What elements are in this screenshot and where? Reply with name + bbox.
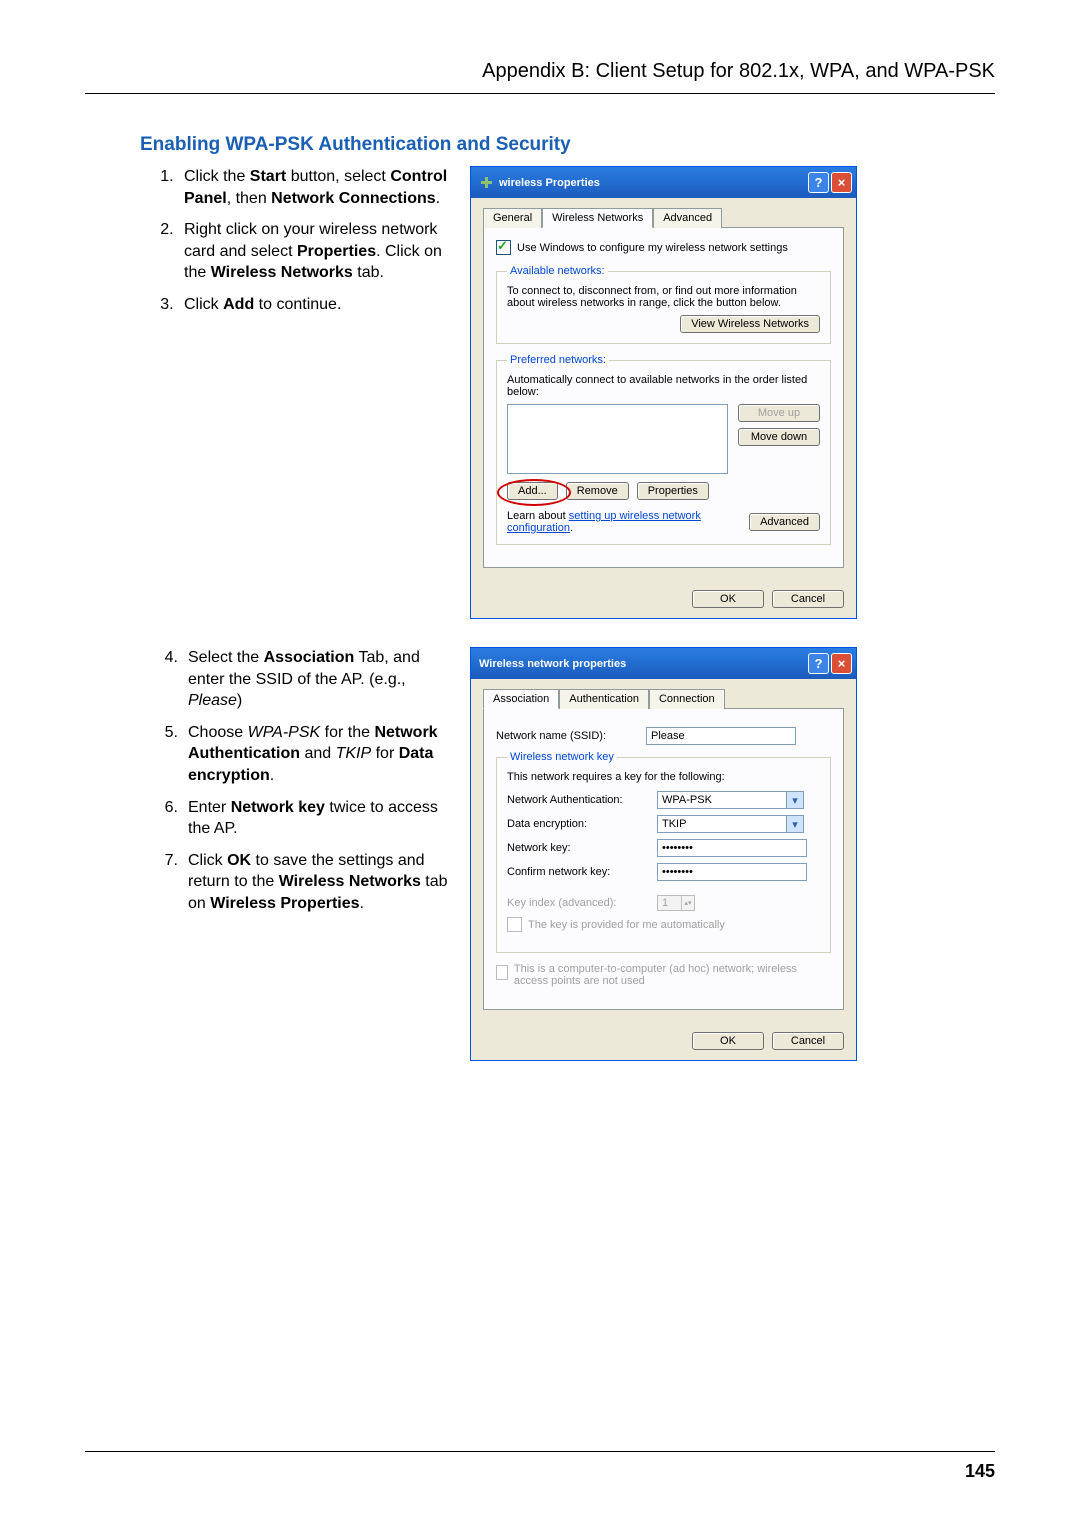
spinner-arrows-icon: ▴▾ bbox=[681, 896, 694, 910]
add-button[interactable]: Add... bbox=[507, 482, 558, 500]
step-1: Click the Start button, select Control P… bbox=[178, 166, 450, 209]
move-up-button[interactable]: Move up bbox=[738, 404, 820, 422]
view-wireless-networks-button[interactable]: View Wireless Networks bbox=[680, 315, 820, 333]
section-title: Enabling WPA-PSK Authentication and Secu… bbox=[85, 134, 995, 156]
page-number: 145 bbox=[965, 1461, 995, 1482]
close-icon[interactable]: × bbox=[831, 172, 852, 193]
help-icon[interactable]: ? bbox=[808, 172, 829, 193]
wireless-icon bbox=[479, 176, 495, 190]
wireless-properties-dialog: wireless Properties ? × General Wireless… bbox=[470, 166, 857, 619]
preferred-text: Automatically connect to available netwo… bbox=[507, 374, 820, 398]
dialog2-title-text: Wireless network properties bbox=[479, 658, 806, 670]
use-windows-checkbox[interactable] bbox=[496, 240, 511, 255]
ssid-input[interactable] bbox=[646, 727, 796, 745]
step-3: Click Add to continue. bbox=[178, 294, 450, 316]
tab-connection[interactable]: Connection bbox=[649, 689, 725, 709]
key-index-spinner: 1 ▴▾ bbox=[657, 895, 695, 911]
network-key-input[interactable] bbox=[657, 839, 807, 857]
tab-advanced[interactable]: Advanced bbox=[653, 208, 722, 228]
help-icon[interactable]: ? bbox=[808, 653, 829, 674]
ssid-label: Network name (SSID): bbox=[496, 730, 646, 742]
wireless-key-group: Wireless network key This network requir… bbox=[496, 751, 831, 953]
tab-authentication[interactable]: Authentication bbox=[559, 689, 649, 709]
confirm-key-label: Confirm network key: bbox=[507, 866, 657, 878]
chevron-down-icon: ▾ bbox=[786, 816, 803, 832]
available-legend: Available networks: bbox=[507, 265, 608, 277]
key-index-label: Key index (advanced): bbox=[507, 897, 657, 909]
chevron-down-icon: ▾ bbox=[786, 792, 803, 808]
footer-rule bbox=[85, 1451, 995, 1452]
instructions-block-1: Click the Start button, select Control P… bbox=[140, 166, 470, 326]
dialog2-titlebar: Wireless network properties ? × bbox=[471, 648, 856, 679]
advanced-button[interactable]: Advanced bbox=[749, 513, 820, 531]
close-icon[interactable]: × bbox=[831, 653, 852, 674]
move-down-button[interactable]: Move down bbox=[738, 428, 820, 446]
available-networks-group: Available networks: To connect to, disco… bbox=[496, 265, 831, 344]
step-2: Right click on your wireless network car… bbox=[178, 219, 450, 284]
use-windows-label: Use Windows to configure my wireless net… bbox=[517, 242, 788, 254]
ok-button[interactable]: OK bbox=[692, 1032, 764, 1050]
adhoc-label: This is a computer-to-computer (ad hoc) … bbox=[514, 963, 831, 987]
properties-button[interactable]: Properties bbox=[637, 482, 709, 500]
network-auth-label: Network Authentication: bbox=[507, 794, 657, 806]
dialog1-title-text: wireless Properties bbox=[499, 177, 806, 189]
tab-association[interactable]: Association bbox=[483, 689, 559, 709]
key-text: This network requires a key for the foll… bbox=[507, 771, 820, 783]
network-key-label: Network key: bbox=[507, 842, 657, 854]
tab-general[interactable]: General bbox=[483, 208, 542, 228]
auto-key-label: The key is provided for me automatically bbox=[528, 919, 725, 931]
network-auth-combo[interactable]: WPA-PSK ▾ bbox=[657, 791, 804, 809]
learn-text: Learn about setting up wireless network … bbox=[507, 510, 749, 534]
cancel-button[interactable]: Cancel bbox=[772, 1032, 844, 1050]
auto-key-checkbox bbox=[507, 917, 522, 932]
wireless-network-properties-dialog: Wireless network properties ? × Associat… bbox=[470, 647, 857, 1061]
ok-button[interactable]: OK bbox=[692, 590, 764, 608]
available-text: To connect to, disconnect from, or find … bbox=[507, 285, 820, 309]
preferred-listbox[interactable] bbox=[507, 404, 728, 474]
dialog1-titlebar: wireless Properties ? × bbox=[471, 167, 856, 198]
instructions-block-2: 4. Select the Association Tab, and enter… bbox=[140, 647, 470, 925]
confirm-key-input[interactable] bbox=[657, 863, 807, 881]
key-legend: Wireless network key bbox=[507, 751, 617, 763]
cancel-button[interactable]: Cancel bbox=[772, 590, 844, 608]
page-header: Appendix B: Client Setup for 802.1x, WPA… bbox=[85, 60, 995, 94]
adhoc-checkbox bbox=[496, 965, 508, 980]
data-encryption-combo[interactable]: TKIP ▾ bbox=[657, 815, 804, 833]
preferred-legend: Preferred networks: bbox=[507, 354, 609, 366]
preferred-networks-group: Preferred networks: Automatically connec… bbox=[496, 354, 831, 545]
remove-button[interactable]: Remove bbox=[566, 482, 629, 500]
tab-wireless-networks[interactable]: Wireless Networks bbox=[542, 208, 653, 228]
data-encryption-label: Data encryption: bbox=[507, 818, 657, 830]
